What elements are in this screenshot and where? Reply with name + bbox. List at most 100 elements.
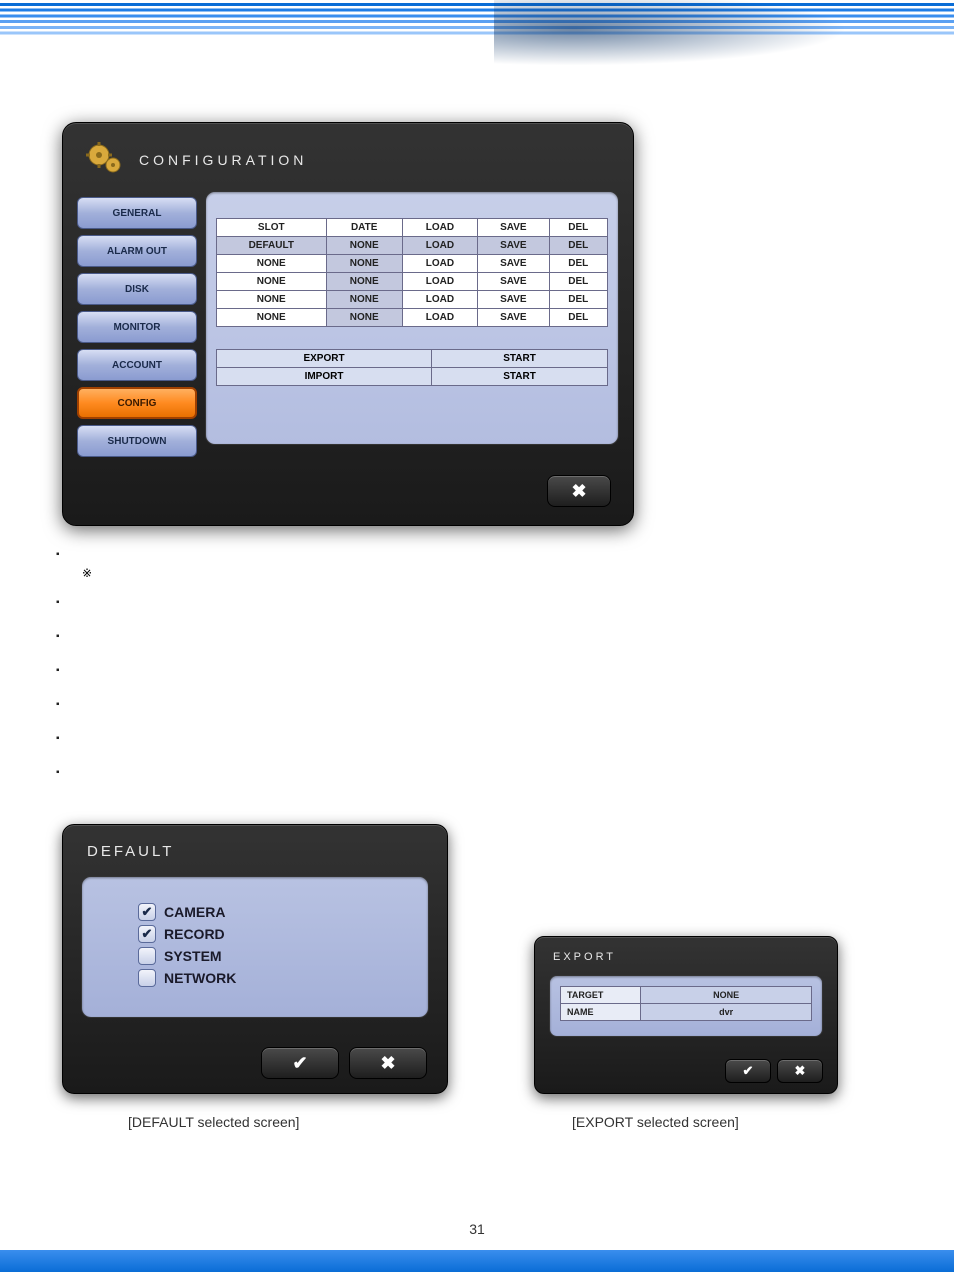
list-item	[56, 732, 876, 744]
note-item	[82, 566, 876, 580]
configuration-window: CONFIGURATION GENERAL ALARM OUT DISK MONITO…	[62, 122, 634, 526]
date-cell: NONE	[326, 291, 402, 309]
table-header: DATE	[326, 219, 402, 237]
export-window: EXPORT TARGETNONENAMEdvr ✔ ✖	[534, 936, 838, 1094]
checkbox-row-network[interactable]: NETWORK	[138, 969, 410, 987]
window-title: CONFIGURATION	[139, 152, 307, 168]
top-banner	[0, 0, 954, 72]
window-title: EXPORT	[553, 951, 823, 963]
main-panel: SLOTDATELOADSAVEDELDEFAULTNONELOADSAVEDE…	[205, 191, 619, 445]
slot-cell: NONE	[217, 291, 327, 309]
checkbox[interactable]	[138, 947, 156, 965]
table-row: NONENONELOADSAVEDEL	[217, 291, 608, 309]
key-cell: TARGET	[561, 987, 641, 1004]
sidebar-item-monitor[interactable]: MONITOR	[77, 311, 197, 343]
caption-export: [EXPORT selected screen]	[572, 1114, 739, 1130]
del-cell[interactable]: DEL	[549, 291, 607, 309]
list-item	[56, 698, 876, 710]
checkbox[interactable]: ✔	[138, 903, 156, 921]
slot-cell: NONE	[217, 255, 327, 273]
del-cell[interactable]: DEL	[549, 273, 607, 291]
del-cell[interactable]: DEL	[549, 237, 607, 255]
table-row: TARGETNONE	[561, 987, 812, 1004]
slot-cell: NONE	[217, 309, 327, 327]
table-header: DEL	[549, 219, 607, 237]
table-row: DEFAULTNONELOADSAVEDEL	[217, 237, 608, 255]
import-label: IMPORT	[217, 368, 432, 386]
default-window: DEFAULT ✔ CAMERA ✔ RECORD SYSTEM NETWORK ✔ ✖	[62, 824, 448, 1094]
slot-cell: DEFAULT	[217, 237, 327, 255]
table-row: NONENONELOADSAVEDEL	[217, 255, 608, 273]
sidebar-item-account[interactable]: ACCOUNT	[77, 349, 197, 381]
page-number: 31	[0, 1221, 954, 1237]
save-cell[interactable]: SAVE	[478, 255, 550, 273]
bottom-banner	[0, 1250, 954, 1272]
export-import-table: EXPORT START IMPORT START	[216, 349, 608, 386]
checkbox[interactable]	[138, 969, 156, 987]
table-row: NONENONELOADSAVEDEL	[217, 309, 608, 327]
ok-button[interactable]: ✔	[725, 1059, 771, 1083]
date-cell: NONE	[326, 255, 402, 273]
table-row: NAMEdvr	[561, 1004, 812, 1021]
default-panel: ✔ CAMERA ✔ RECORD SYSTEM NETWORK	[81, 876, 429, 1018]
checkbox-row-system[interactable]: SYSTEM	[138, 947, 410, 965]
close-button[interactable]: ✖	[547, 475, 611, 507]
window-title: DEFAULT	[87, 843, 429, 860]
checkbox-row-camera[interactable]: ✔ CAMERA	[138, 903, 410, 921]
sidebar-item-shutdown[interactable]: SHUTDOWN	[77, 425, 197, 457]
save-cell[interactable]: SAVE	[478, 273, 550, 291]
slot-cell: NONE	[217, 273, 327, 291]
sidebar: GENERAL ALARM OUT DISK MONITOR ACCOUNT CONFIG…	[77, 191, 197, 457]
list-item	[56, 596, 876, 608]
save-cell[interactable]: SAVE	[478, 309, 550, 327]
table-header: SLOT	[217, 219, 327, 237]
value-cell[interactable]: dvr	[641, 1004, 812, 1021]
value-cell[interactable]: NONE	[641, 987, 812, 1004]
checkbox-label: SYSTEM	[164, 948, 222, 964]
table-header: LOAD	[402, 219, 477, 237]
check-icon: ✔	[292, 1053, 307, 1074]
import-start-button[interactable]: START	[432, 368, 608, 386]
sidebar-item-alarm-out[interactable]: ALARM OUT	[77, 235, 197, 267]
sidebar-item-disk[interactable]: DISK	[77, 273, 197, 305]
cancel-button[interactable]: ✖	[777, 1059, 823, 1083]
caption-default: [DEFAULT selected screen]	[128, 1114, 299, 1130]
export-start-button[interactable]: START	[432, 350, 608, 368]
save-cell[interactable]: SAVE	[478, 291, 550, 309]
checkbox-label: RECORD	[164, 926, 225, 942]
load-cell[interactable]: LOAD	[402, 273, 477, 291]
close-icon: ✖	[380, 1053, 395, 1074]
del-cell[interactable]: DEL	[549, 255, 607, 273]
list-item	[56, 664, 876, 676]
load-cell[interactable]: LOAD	[402, 237, 477, 255]
table-header: SAVE	[478, 219, 550, 237]
sidebar-item-config[interactable]: CONFIG	[77, 387, 197, 419]
checkbox-row-record[interactable]: ✔ RECORD	[138, 925, 410, 943]
load-cell[interactable]: LOAD	[402, 255, 477, 273]
ok-button[interactable]: ✔	[261, 1047, 339, 1079]
del-cell[interactable]: DEL	[549, 309, 607, 327]
load-cell[interactable]: LOAD	[402, 291, 477, 309]
checkbox[interactable]: ✔	[138, 925, 156, 943]
date-cell: NONE	[326, 273, 402, 291]
save-cell[interactable]: SAVE	[478, 237, 550, 255]
close-icon: ✖	[571, 481, 586, 502]
check-icon: ✔	[743, 1063, 754, 1079]
export-label: EXPORT	[217, 350, 432, 368]
table-row: NONENONELOADSAVEDEL	[217, 273, 608, 291]
sidebar-item-general[interactable]: GENERAL	[77, 197, 197, 229]
gears-icon	[83, 137, 129, 183]
date-cell: NONE	[326, 309, 402, 327]
checkbox-label: NETWORK	[164, 970, 236, 986]
list-item	[56, 548, 876, 560]
export-table: TARGETNONENAMEdvr	[560, 986, 812, 1021]
bullet-list	[56, 540, 876, 800]
checkbox-label: CAMERA	[164, 904, 225, 920]
cancel-button[interactable]: ✖	[349, 1047, 427, 1079]
key-cell: NAME	[561, 1004, 641, 1021]
close-icon: ✖	[795, 1063, 806, 1079]
config-table: SLOTDATELOADSAVEDELDEFAULTNONELOADSAVEDE…	[216, 218, 608, 327]
date-cell: NONE	[326, 237, 402, 255]
load-cell[interactable]: LOAD	[402, 309, 477, 327]
list-item	[56, 766, 876, 778]
